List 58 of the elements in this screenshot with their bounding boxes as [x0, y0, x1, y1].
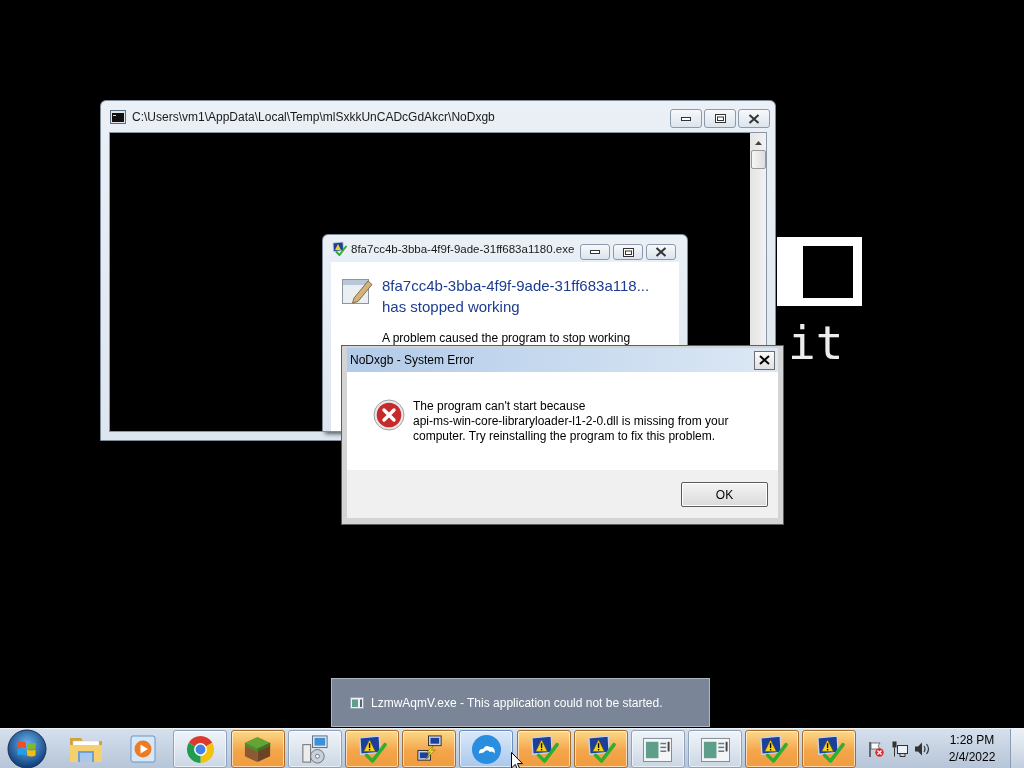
- tricolor-circle-icon: [184, 733, 216, 765]
- monitor-warning-icon: [331, 240, 347, 257]
- taskbar-button[interactable]: [516, 730, 571, 768]
- close-button[interactable]: [646, 244, 676, 260]
- mouse-pointer-icon: [511, 752, 523, 768]
- ok-button[interactable]: OK: [681, 482, 768, 507]
- taskbar-button[interactable]: [287, 730, 342, 768]
- minimize-button[interactable]: [580, 244, 610, 260]
- notification-text: LzmwAqmV.exe - This application could not be started.: [371, 695, 663, 710]
- console-icon: [110, 109, 126, 124]
- clock-time[interactable]: 1:28 PM: [949, 731, 995, 749]
- flag-logo-icon: [7, 728, 47, 768]
- taskbar-button[interactable]: [745, 730, 800, 768]
- minimize-button[interactable]: [670, 109, 702, 128]
- minimize-icon: [590, 250, 600, 254]
- speaker-icon[interactable]: [914, 740, 930, 757]
- maximize-icon: [622, 247, 634, 257]
- play-icon: [130, 735, 157, 763]
- error-message: The program can't start because api-ms-win-core-libraryloader-l1-2-0.dll is missing from your computer. Try reinstalling the program to fix this problem.: [413, 399, 730, 444]
- cloud-icon: [470, 733, 502, 765]
- pencil-document-icon: [342, 276, 373, 305]
- taskbar-button[interactable]: [344, 730, 399, 768]
- scroll-up-icon[interactable]: [754, 141, 762, 145]
- taskbar-button[interactable]: [402, 730, 457, 768]
- folder-icon: [69, 735, 103, 763]
- monitor-warning-icon: [528, 733, 559, 765]
- close-icon: [748, 113, 760, 124]
- window-title: 8fa7cc4b-3bba-4f9f-9ade-31ff683a1180.exe: [351, 242, 575, 255]
- dialog-message: A problem caused the program to stop working: [382, 331, 631, 345]
- window-icon: [699, 735, 731, 763]
- taskbar-button[interactable]: [802, 730, 857, 768]
- monitor-warning-icon: [356, 733, 388, 765]
- desktop-text: it: [788, 315, 844, 371]
- taskbar-button[interactable]: [230, 730, 285, 768]
- dialog-heading: 8fa7cc4b-3bba-4f9f-9ade-31ff683a118...: [382, 276, 650, 296]
- minimize-icon: [681, 116, 691, 121]
- flag-error-icon[interactable]: [868, 740, 884, 757]
- close-icon: [759, 355, 770, 365]
- window-title: NoDxgb - System Error: [350, 353, 475, 367]
- close-button[interactable]: [738, 109, 770, 128]
- network-icon[interactable]: [892, 740, 908, 757]
- taskbar-button[interactable]: [459, 730, 514, 768]
- window-title: C:\Users\vm1\AppData\Local\Temp\mlSxkkUnCADcGdAkcr\NoDxgb: [132, 109, 495, 124]
- error-icon: [373, 399, 405, 431]
- taskbar-button[interactable]: [173, 730, 228, 768]
- monitor-warning-icon: [585, 733, 617, 765]
- maximize-icon: [714, 114, 726, 123]
- clock-date[interactable]: 2/4/2022: [948, 748, 996, 766]
- window-icon: [642, 735, 674, 763]
- close-icon: [655, 247, 667, 257]
- app-window-icon: [350, 696, 364, 709]
- maximize-button[interactable]: [613, 244, 643, 260]
- scrollbar-thumb[interactable]: [750, 150, 766, 169]
- maximize-button[interactable]: [704, 109, 736, 128]
- close-button[interactable]: [754, 350, 775, 370]
- computer-disc-icon: [299, 733, 331, 765]
- dialog-subheading: has stopped working: [382, 297, 520, 317]
- taskbar-button[interactable]: [573, 730, 628, 768]
